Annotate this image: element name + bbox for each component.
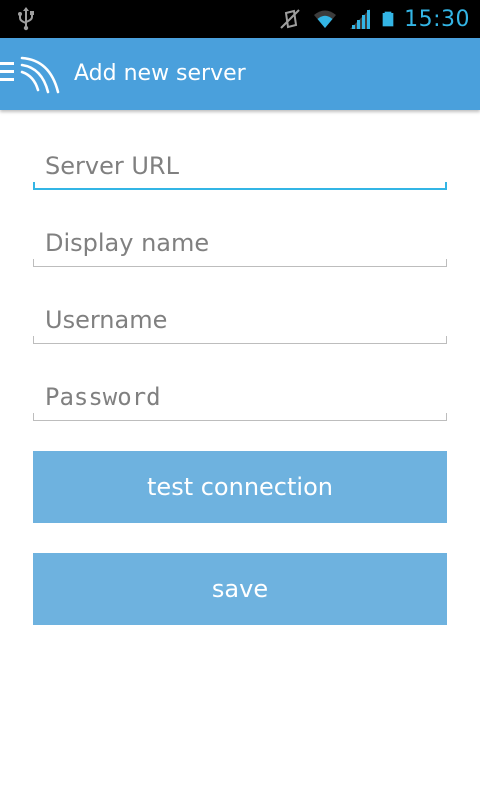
username-field[interactable]: [33, 294, 447, 344]
server-url-input[interactable]: [45, 148, 435, 184]
save-button[interactable]: save: [33, 553, 447, 625]
password-input[interactable]: [45, 379, 435, 415]
action-bar: Add new server: [0, 38, 480, 110]
test-connection-button[interactable]: test connection: [33, 451, 447, 523]
app-logo-icon[interactable]: [18, 50, 66, 98]
battery-icon: [382, 11, 394, 27]
usb-icon: [18, 7, 34, 31]
server-url-field[interactable]: [33, 140, 447, 190]
password-field[interactable]: [33, 371, 447, 421]
wifi-icon: [314, 10, 337, 28]
display-name-input[interactable]: [45, 225, 435, 261]
status-bar: 15:30: [0, 0, 480, 38]
menu-icon[interactable]: [0, 62, 16, 84]
display-name-field[interactable]: [33, 217, 447, 267]
username-input[interactable]: [45, 302, 435, 338]
clock-time: 15:30: [404, 6, 470, 32]
page-title: Add new server: [74, 61, 246, 86]
signal-icon: [350, 9, 371, 29]
vibrate-mute-icon: [280, 9, 300, 29]
